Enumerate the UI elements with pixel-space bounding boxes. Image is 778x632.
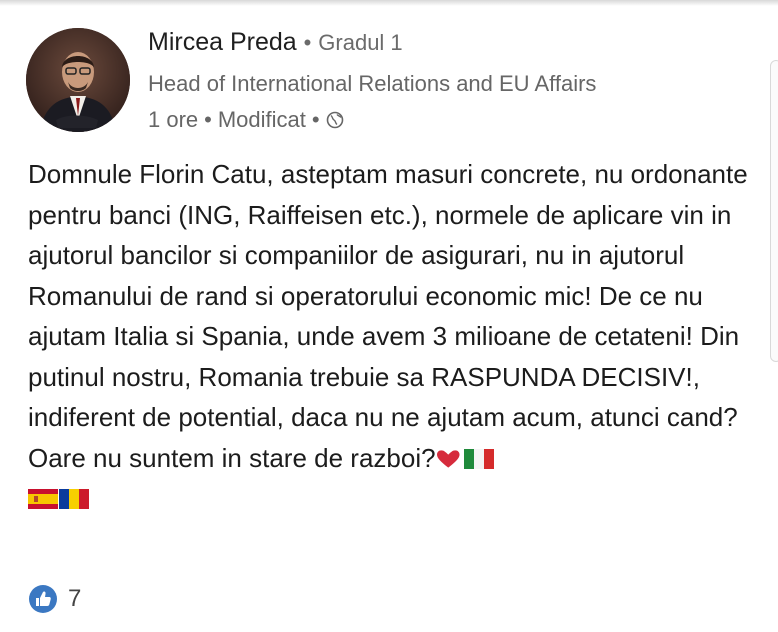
reactions-summary[interactable]: 7 [28,584,81,614]
scrollbar[interactable] [770,60,778,362]
red-heart-icon [436,449,460,468]
like-icon [29,585,57,613]
edited-label: Modificat [217,107,306,132]
connection-degree: Gradul 1 [318,30,403,55]
avatar[interactable] [26,28,130,132]
post-time: 1 ore [148,107,199,132]
top-shadow [0,0,778,6]
linkedin-post: Mircea Preda • Gradul 1 Head of Internat… [0,0,778,632]
meta-separator: • [204,107,212,132]
italy-flag-icon [463,448,494,469]
post-meta: 1 ore • Modificat • [148,107,344,133]
spain-flag-icon [28,489,58,509]
author-headline: Head of International Relations and EU A… [148,71,597,96]
globe-icon [326,111,343,129]
romania-flag-icon [59,489,89,509]
degree-separator: • [303,30,312,55]
post-text: Domnule Florin Catu, asteptam masuri con… [28,159,748,473]
author-name[interactable]: Mircea Preda [148,28,297,56]
avatar-photo [26,28,130,132]
post-text-container: Domnule Florin Catu, asteptam masuri con… [28,154,768,519]
reaction-count: 7 [68,585,82,612]
meta-separator-2: • [311,107,320,132]
author-line: Mircea Preda • Gradul 1 [148,28,403,57]
